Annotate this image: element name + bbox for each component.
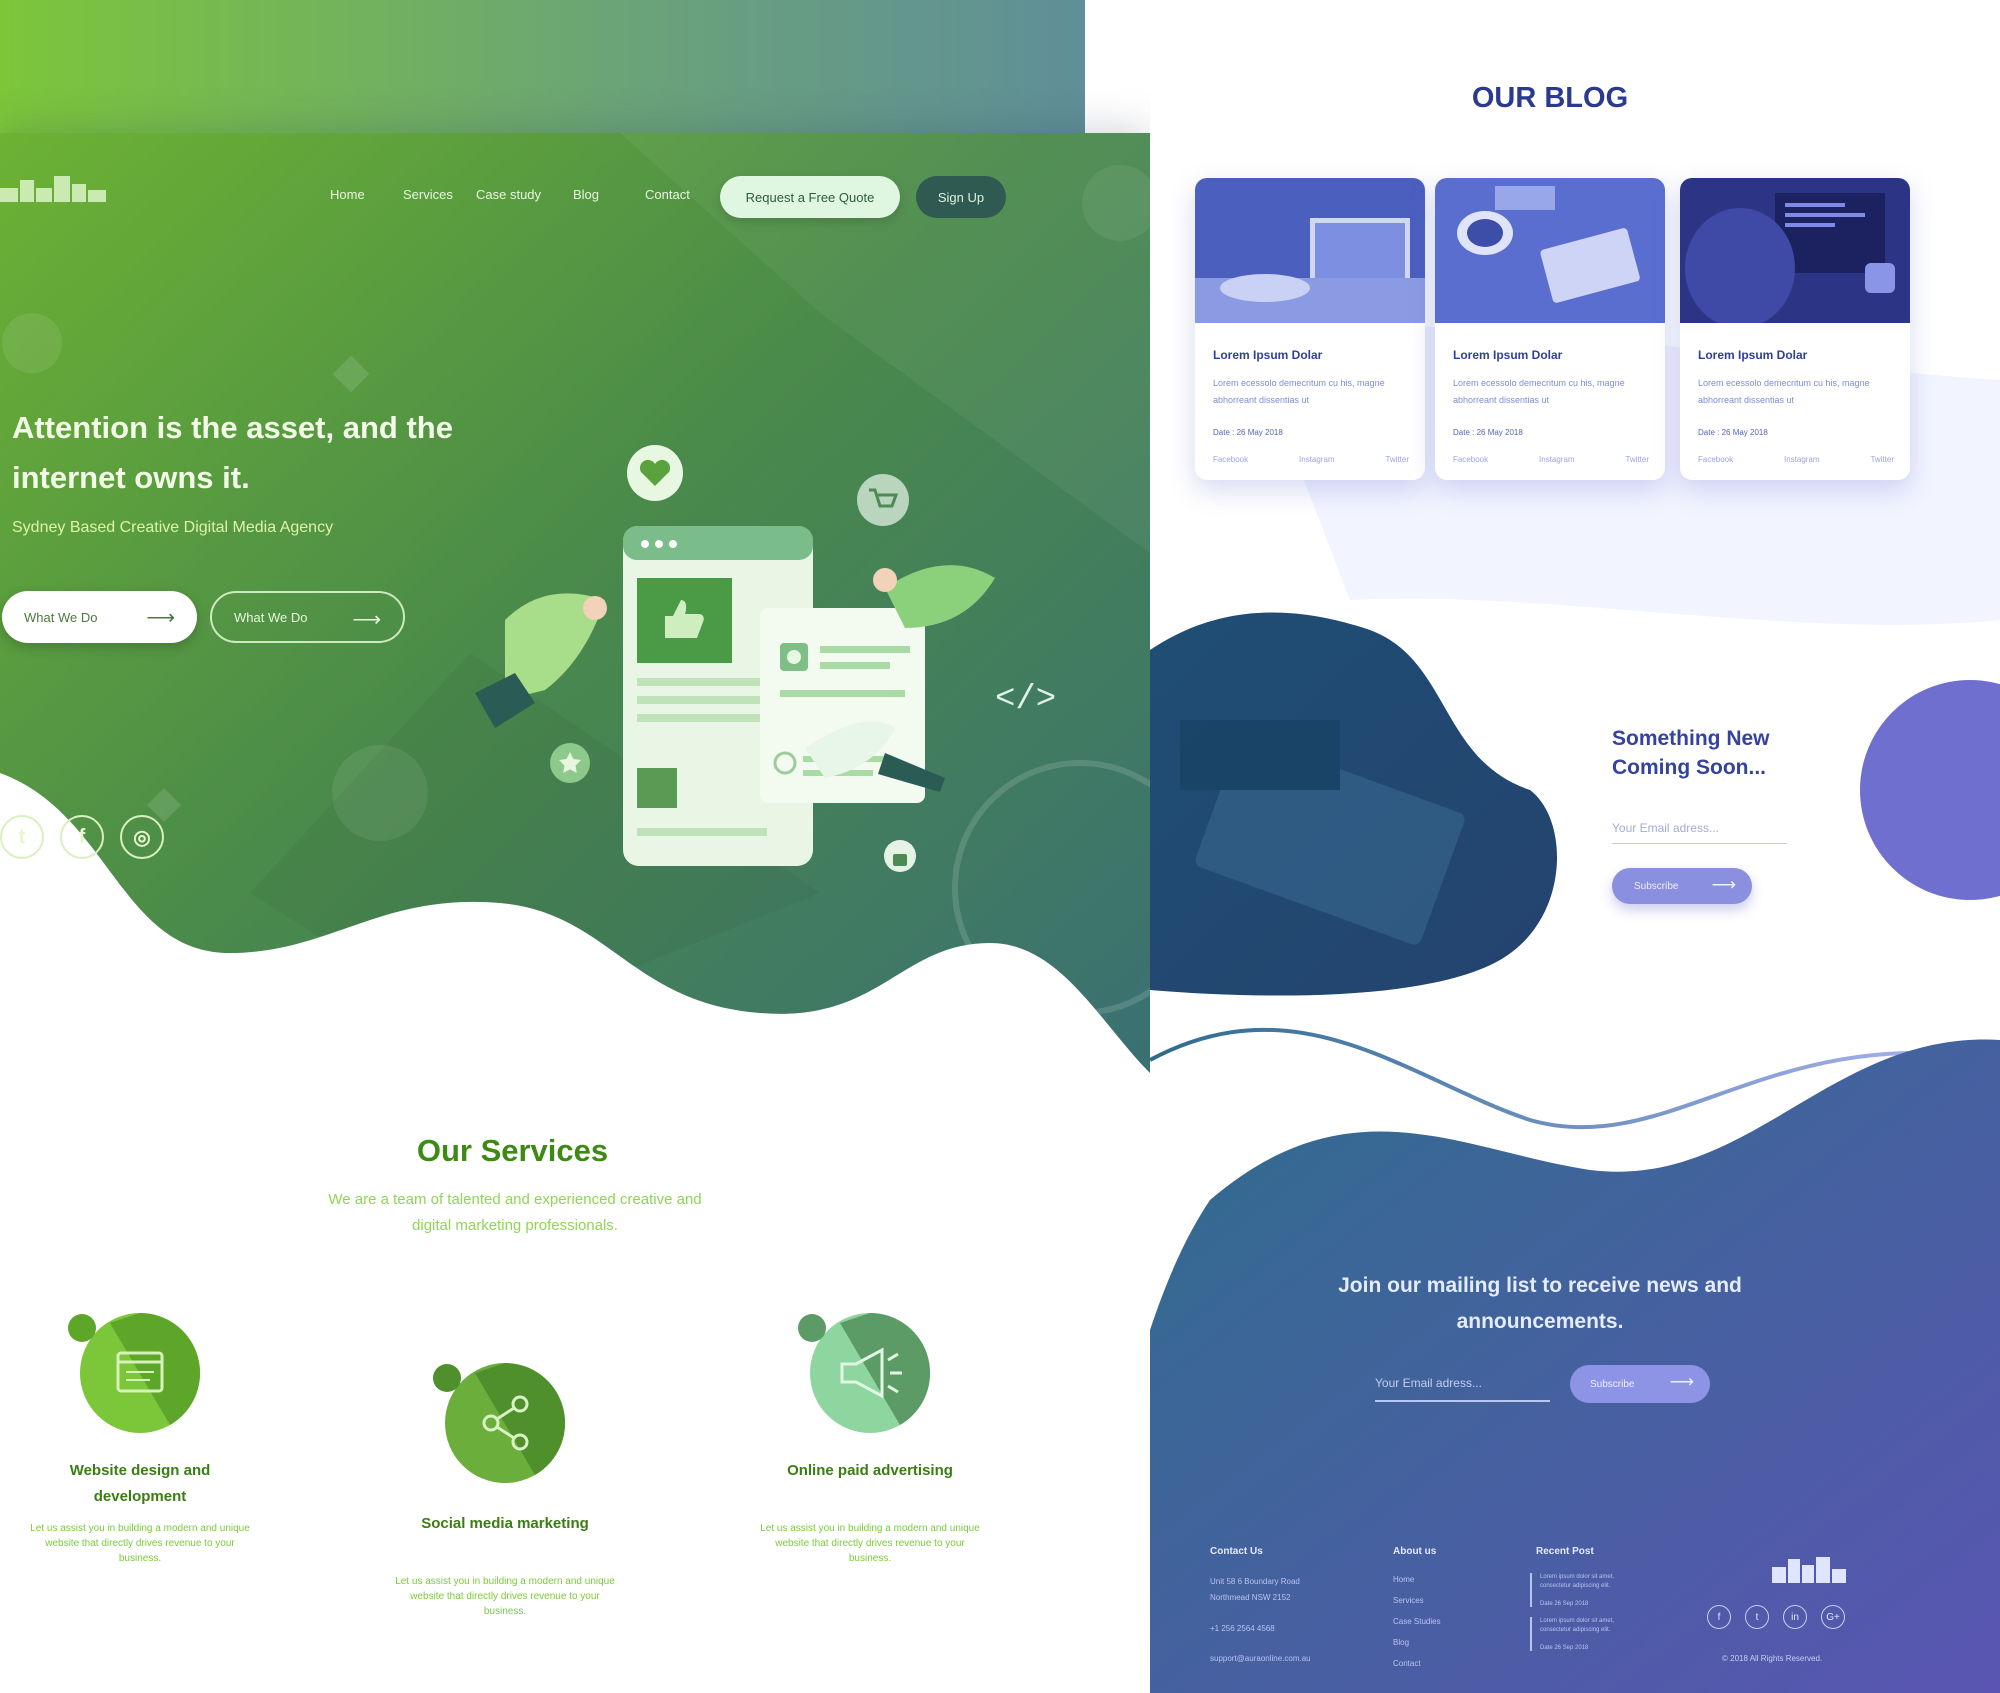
- what-we-do-label: What We Do: [24, 609, 98, 625]
- nav-services[interactable]: Services: [403, 187, 453, 202]
- mailing-email-input[interactable]: [1375, 1366, 1550, 1402]
- subscribe-label: Subscribe: [1634, 880, 1679, 892]
- what-we-do-outline-label: What We Do: [234, 609, 308, 625]
- arrow-right-icon: ⟶: [1711, 875, 1736, 894]
- service-title-social: Social media marketing: [421, 1515, 589, 1532]
- blog-image-coding: [1680, 178, 1910, 323]
- subscribe-label: Subscribe: [1590, 1378, 1635, 1390]
- hero-illustration: </>: [475, 445, 1056, 872]
- blog-link-facebook[interactable]: Facebook: [1213, 455, 1248, 464]
- service-icon-website: [68, 1313, 201, 1433]
- blog-image-laptop: [1195, 178, 1425, 323]
- recent-post-date: Date 26 Sep 2018: [1540, 1601, 1589, 1607]
- service-title-advertising: Online paid advertising: [787, 1462, 953, 1479]
- blog-link-facebook[interactable]: Facebook: [1453, 455, 1488, 464]
- service-icon-social: [433, 1363, 566, 1483]
- nav-contact[interactable]: Contact: [645, 187, 690, 202]
- blog-card-text: Lorem ecessolo demecritum cu his, magne …: [1453, 378, 1625, 405]
- hero-title: Attention is the asset, and the internet…: [12, 410, 453, 495]
- blog-card[interactable]: Lorem Ipsum Dolar Lorem ecessolo demecri…: [1195, 178, 1425, 480]
- blog-card-title: Lorem Ipsum Dolar: [1453, 348, 1563, 362]
- footer-address-line: Northmead NSW 2152: [1210, 1593, 1291, 1602]
- blog-image-desk: [1435, 178, 1665, 323]
- footer-link-case-studies[interactable]: Case Studies: [1393, 1615, 1441, 1629]
- facebook-icon[interactable]: f: [60, 815, 104, 859]
- footer-link-contact[interactable]: Contact: [1393, 1657, 1421, 1671]
- footer-link-services[interactable]: Services: [1393, 1594, 1424, 1608]
- footer-google-plus-icon[interactable]: G+: [1821, 1605, 1845, 1629]
- services-title: Our Services: [416, 1133, 609, 1168]
- left-top-gradient-strip: [0, 0, 1085, 140]
- nav-case-study[interactable]: Case study: [476, 187, 541, 202]
- left-homepage-panel: Home Services Case study Blog Contact Re…: [0, 133, 1150, 1693]
- footer-contact-heading: Contact Us: [1210, 1546, 1263, 1557]
- services-subtitle: We are a team of talented and experience…: [328, 1191, 702, 1234]
- footer-link-home[interactable]: Home: [1393, 1573, 1414, 1587]
- code-icon: </>: [995, 681, 1056, 719]
- service-desc-advertising: Let us assist you in building a modern a…: [760, 1523, 980, 1564]
- blog-link-instagram[interactable]: Instagram: [1784, 455, 1820, 464]
- blog-card[interactable]: Lorem Ipsum Dolar Lorem ecessolo demecri…: [1680, 178, 1910, 480]
- blog-card-text: Lorem ecessolo demecritum cu his, magne …: [1698, 378, 1870, 405]
- blog-card-title: Lorem Ipsum Dolar: [1213, 348, 1323, 362]
- blog-card-date: Date : 26 May 2018: [1213, 428, 1283, 437]
- recent-post-marker: [1530, 1573, 1532, 1607]
- blog-link-twitter[interactable]: Twitter: [1385, 455, 1409, 464]
- service-title-website: Website design and development: [69, 1462, 211, 1505]
- blog-card-date: Date : 26 May 2018: [1453, 428, 1523, 437]
- blog-card-text: Lorem ecessolo demecritum cu his, magne …: [1213, 378, 1385, 405]
- blog-title: OUR BLOG: [1471, 82, 1629, 114]
- twitter-icon[interactable]: t: [0, 815, 44, 859]
- what-we-do-button[interactable]: What We Do ⟶: [2, 591, 197, 643]
- lock-icon: [893, 854, 907, 866]
- recent-post-marker: [1530, 1617, 1532, 1651]
- coming-soon-subscribe-button[interactable]: Subscribe ⟶: [1612, 868, 1752, 904]
- footer-twitter-icon[interactable]: t: [1745, 1605, 1769, 1629]
- hero-subtitle: Sydney Based Creative Digital Media Agen…: [12, 519, 334, 536]
- service-icon-advertising: [798, 1313, 931, 1433]
- blog-link-instagram[interactable]: Instagram: [1299, 455, 1335, 464]
- arrow-right-icon: ⟶: [1669, 1372, 1694, 1391]
- footer-linkedin-icon[interactable]: in: [1783, 1605, 1807, 1629]
- footer-about-heading: About us: [1393, 1546, 1437, 1557]
- logo[interactable]: [0, 176, 110, 212]
- recent-post-text[interactable]: Lorem ipsum dolor sit amet, consectetur …: [1540, 1573, 1635, 1591]
- arrow-right-icon: ⟶: [146, 607, 175, 629]
- blog-link-twitter[interactable]: Twitter: [1870, 455, 1894, 464]
- service-desc-website: Let us assist you in building a modern a…: [30, 1523, 250, 1564]
- footer-facebook-icon[interactable]: f: [1707, 1605, 1731, 1629]
- blog-link-instagram[interactable]: Instagram: [1539, 455, 1575, 464]
- blog-card-title: Lorem Ipsum Dolar: [1698, 348, 1808, 362]
- footer-phone: +1 256 2564 4568: [1210, 1624, 1275, 1633]
- instagram-icon[interactable]: ◎: [120, 815, 164, 859]
- copyright-text: © 2018 All Rights Reserved.: [1722, 1654, 1823, 1663]
- sign-up-button[interactable]: Sign Up: [916, 176, 1006, 218]
- mailing-list-title: Join our mailing list to receive news an…: [1338, 1274, 1742, 1333]
- blog-link-facebook[interactable]: Facebook: [1698, 455, 1733, 464]
- recent-post-text[interactable]: Lorem ipsum dolor sit amet, consectetur …: [1540, 1617, 1635, 1635]
- footer-logo[interactable]: [1772, 1557, 1846, 1585]
- mailing-subscribe-button[interactable]: Subscribe ⟶: [1570, 1365, 1710, 1403]
- footer-email[interactable]: support@auraonline.com.au: [1210, 1652, 1311, 1666]
- arrow-right-icon: ⟶: [352, 609, 381, 631]
- service-desc-social: Let us assist you in building a modern a…: [395, 1576, 615, 1617]
- footer-address-line: Unit 58 6 Boundary Road: [1210, 1577, 1300, 1586]
- footer-recent-heading: Recent Post: [1536, 1546, 1594, 1557]
- blog-card-date: Date : 26 May 2018: [1698, 428, 1768, 437]
- nav-home[interactable]: Home: [330, 187, 365, 202]
- what-we-do-outline-button[interactable]: What We Do ⟶: [210, 591, 405, 643]
- blog-link-twitter[interactable]: Twitter: [1625, 455, 1649, 464]
- coming-soon-email-input[interactable]: [1612, 812, 1787, 844]
- recent-post-date: Date 26 Sep 2018: [1540, 1645, 1589, 1651]
- request-quote-button[interactable]: Request a Free Quote: [720, 176, 900, 218]
- nav-blog[interactable]: Blog: [573, 187, 599, 202]
- coming-soon-title: Something New Coming Soon...: [1612, 727, 1770, 779]
- blog-card[interactable]: Lorem Ipsum Dolar Lorem ecessolo demecri…: [1435, 178, 1665, 480]
- footer-link-blog[interactable]: Blog: [1393, 1636, 1409, 1650]
